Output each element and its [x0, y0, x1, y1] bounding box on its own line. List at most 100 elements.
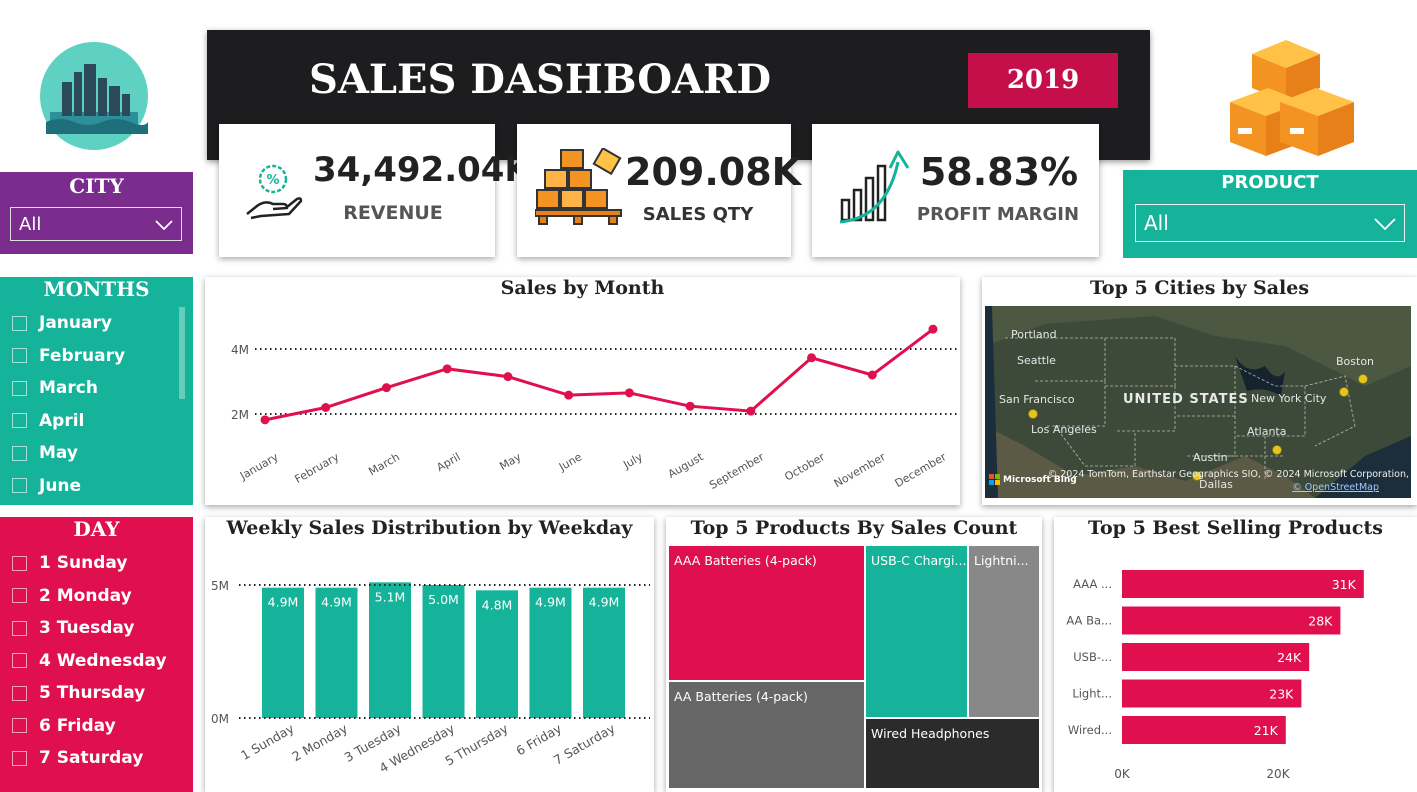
- day-item-label: 6 Friday: [39, 715, 116, 736]
- city-dropdown[interactable]: All: [10, 207, 182, 241]
- data-point-february[interactable]: [321, 403, 331, 412]
- y-tick-label: Light...: [1072, 687, 1112, 701]
- x-tick-label: September: [707, 450, 767, 492]
- day-item-label: 1 Sunday: [39, 553, 128, 574]
- months-slicer: MONTHS January February March April May June: [0, 277, 193, 505]
- x-tick-label: 0K: [1114, 767, 1131, 781]
- city-logo-icon: [40, 42, 148, 150]
- data-point-april[interactable]: [442, 364, 452, 374]
- day-item-2-monday[interactable]: 2 Monday: [0, 580, 193, 613]
- checkbox-icon[interactable]: [12, 588, 27, 604]
- treemap-tile-aaa-batteries-4-pack[interactable]: AAA Batteries (4-pack): [669, 546, 864, 680]
- products-treemap: AAA Batteries (4-pack) AA Batteries (4-pa…: [669, 546, 1039, 788]
- day-item-5-thursday[interactable]: 5 Thursday: [0, 677, 193, 710]
- checkbox-icon[interactable]: [12, 750, 27, 766]
- product-dropdown[interactable]: All: [1135, 204, 1405, 242]
- x-tick-label: November: [832, 450, 888, 490]
- day-item-4-wednesday[interactable]: 4 Wednesday: [0, 645, 193, 678]
- month-item-february[interactable]: February: [0, 340, 193, 373]
- sales-by-month-panel: Sales by Month 2M 4M January February March A…: [205, 277, 960, 505]
- bar-data-label: 4.9M: [535, 595, 566, 610]
- revenue-card: % 34,492.04K REVENUE: [219, 124, 531, 257]
- data-point-october[interactable]: [807, 353, 817, 363]
- treemap-tile-wired-headphones[interactable]: Wired Headphones: [866, 719, 1039, 788]
- treemap-tile-aa-batteries-4-pack[interactable]: AA Batteries (4-pack): [669, 682, 864, 788]
- month-item-january[interactable]: January: [0, 307, 193, 340]
- checkbox-icon[interactable]: [12, 620, 27, 636]
- bar-data-label: 4.8M: [482, 597, 513, 612]
- months-slicer-title: MONTHS: [43, 277, 150, 301]
- month-item-label: June: [39, 475, 82, 496]
- day-item-1-sunday[interactable]: 1 Sunday: [0, 547, 193, 580]
- treemap-tile-lightni[interactable]: Lightni...: [969, 546, 1039, 717]
- map-city-label-boston: Boston: [1336, 355, 1375, 368]
- profit-margin-label: PROFIT MARGIN: [916, 204, 1080, 225]
- data-point-may[interactable]: [503, 372, 513, 382]
- sales-qty-value: 209.08K: [625, 150, 802, 194]
- day-item-6-friday[interactable]: 6 Friday: [0, 710, 193, 743]
- checkbox-icon[interactable]: [12, 315, 27, 331]
- month-item-label: May: [39, 443, 78, 464]
- boxes-pallet-icon: [534, 146, 625, 238]
- checkbox-icon[interactable]: [12, 555, 27, 571]
- sales-qty-card: 209.08K SALES QTY: [517, 124, 802, 257]
- hbar-aaa[interactable]: [1122, 570, 1364, 598]
- hbar-data-label: 24K: [1277, 650, 1302, 665]
- day-item-7-saturday[interactable]: 7 Saturday: [0, 742, 193, 775]
- day-item-label: 4 Wednesday: [39, 650, 167, 671]
- map-city-label-san-francisco: San Francisco: [999, 393, 1075, 406]
- data-point-november[interactable]: [867, 370, 877, 380]
- checkbox-icon[interactable]: [12, 413, 27, 429]
- checkbox-icon[interactable]: [12, 445, 27, 461]
- x-tick-label: 1 Sunday: [238, 720, 297, 763]
- checkbox-icon[interactable]: [12, 685, 27, 701]
- treemap-tile-label: Wired Headphones: [871, 726, 990, 741]
- data-point-september[interactable]: [746, 406, 756, 416]
- day-item-label: 5 Thursday: [39, 683, 146, 704]
- bar-data-label: 4.9M: [268, 595, 299, 610]
- map-city-label-new-york-city: New York City: [1251, 392, 1327, 405]
- data-point-july[interactable]: [624, 388, 634, 398]
- data-point-june[interactable]: [564, 390, 574, 400]
- data-point-march[interactable]: [381, 383, 391, 393]
- product-slicer-title: PRODUCT: [1221, 172, 1319, 193]
- checkbox-icon[interactable]: [12, 348, 27, 364]
- treemap-tile-label: USB-C Chargi...: [871, 553, 967, 568]
- checkbox-icon[interactable]: [12, 478, 27, 494]
- map-bubble-los-angeles[interactable]: [1028, 409, 1038, 419]
- month-item-march[interactable]: March: [0, 372, 193, 405]
- treemap-tile-usb-c-chargi[interactable]: USB-C Chargi...: [866, 546, 967, 717]
- revenue-hand-coin-icon: %: [243, 164, 303, 224]
- data-point-august[interactable]: [685, 401, 695, 411]
- product-boxes-icon: [1228, 36, 1356, 160]
- us-map[interactable]: Portland Seattle San Francisco Los Angeles B…: [985, 306, 1411, 498]
- openstreetmap-link[interactable]: © OpenStreetMap: [1285, 482, 1379, 493]
- checkbox-icon[interactable]: [12, 653, 27, 669]
- top-cities-title: Top 5 Cities by Sales: [1089, 277, 1310, 299]
- weekly-sales-panel: Weekly Sales Distribution by Weekday 4.9…: [205, 517, 654, 792]
- day-item-3-tuesday[interactable]: 3 Tuesday: [0, 612, 193, 645]
- data-point-january[interactable]: [260, 415, 270, 425]
- profit-margin-card: 58.83% PROFIT MARGIN: [812, 124, 1099, 257]
- map-city-label-atlanta: Atlanta: [1247, 425, 1287, 438]
- day-list: 1 Sunday 2 Monday 3 Tuesday 4 Wednesday 5 Th…: [0, 547, 193, 775]
- x-tick-label: 7 Saturday: [551, 720, 618, 767]
- month-item-june[interactable]: June: [0, 470, 193, 503]
- x-tick-label: October: [782, 450, 827, 484]
- checkbox-icon[interactable]: [12, 718, 27, 734]
- map-bubble-new-york-city[interactable]: [1339, 387, 1349, 397]
- map-bubble-boston[interactable]: [1358, 374, 1368, 384]
- month-item-may[interactable]: May: [0, 437, 193, 470]
- year-badge: 2019: [968, 53, 1118, 108]
- y-tick-label: 5M: [211, 579, 229, 593]
- data-point-december[interactable]: [928, 324, 938, 334]
- country-label: UNITED STATES: [1123, 392, 1249, 407]
- chevron-down-icon: [155, 214, 173, 235]
- checkbox-icon[interactable]: [12, 380, 27, 396]
- day-item-label: 7 Saturday: [39, 748, 144, 769]
- map-bubble-atlanta[interactable]: [1272, 445, 1282, 455]
- x-tick-label: 2 Monday: [289, 720, 350, 764]
- treemap-tile-label: Lightni...: [974, 553, 1029, 568]
- months-scrollbar[interactable]: [179, 307, 185, 399]
- month-item-april[interactable]: April: [0, 405, 193, 438]
